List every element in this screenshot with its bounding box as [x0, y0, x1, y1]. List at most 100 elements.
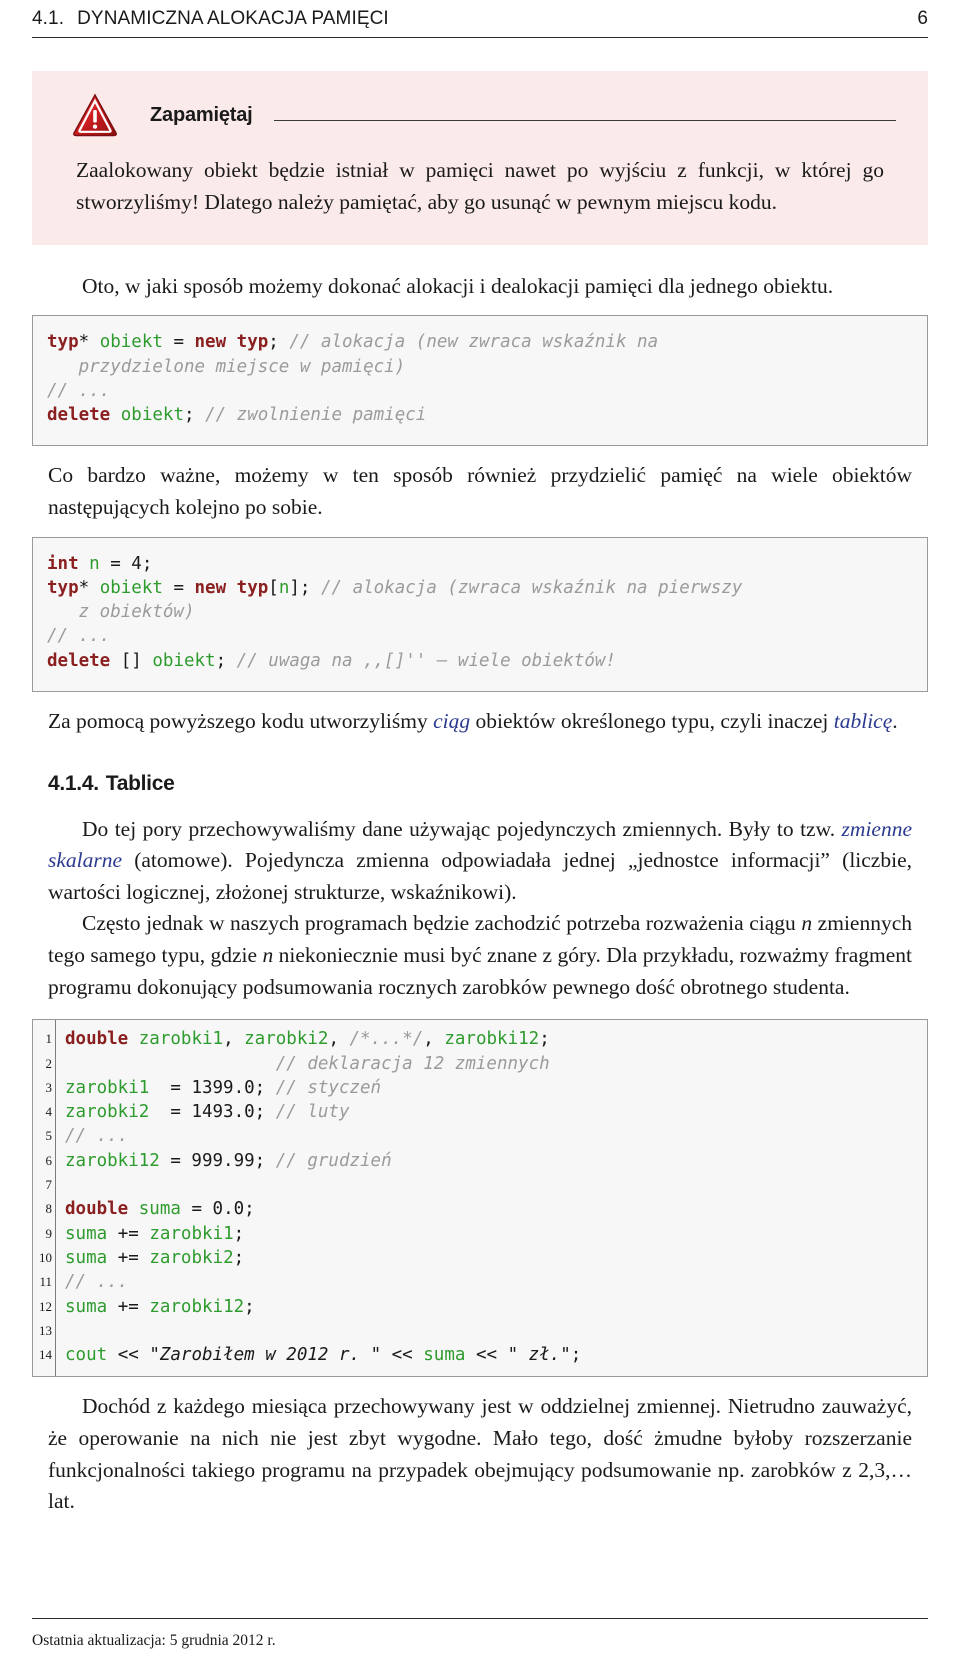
- code-line: // ...: [47, 624, 917, 648]
- code-line-number: 10: [39, 1249, 52, 1265]
- code-line-number: 8: [45, 1201, 53, 1217]
- code-token: +=: [107, 1247, 150, 1268]
- code-line: zarobki12 = 999.99; // grudzień: [65, 1149, 927, 1173]
- code-token: suma: [423, 1345, 466, 1366]
- remember-callout: Zapamiętaj Zaalokowany obiekt będzie ist…: [32, 71, 928, 245]
- code-line: // deklaracja 12 zmiennych: [65, 1052, 927, 1076]
- code-lines: typ* obiekt = new typ; // alokacja (new …: [47, 323, 917, 436]
- code-token: = 999.99;: [159, 1150, 276, 1171]
- code-line: double zarobki1, zarobki2, /*...*/, zaro…: [65, 1027, 927, 1051]
- code-token: ;: [233, 1223, 245, 1244]
- code-token: typ: [47, 577, 79, 598]
- code-token: // luty: [275, 1102, 350, 1123]
- callout-header: Zapamiętaj: [58, 93, 902, 137]
- array-lead-part1: Za pomocą powyższego kodu utworzyliśmy: [48, 709, 434, 734]
- code-block-single-object: typ* obiekt = new typ; // alokacja (new …: [32, 315, 928, 447]
- code-token: cout: [65, 1345, 108, 1366]
- code-token: new: [194, 332, 227, 353]
- scalars-part1: Do tej pory przechowywaliśmy dane używaj…: [82, 816, 842, 841]
- code-listing-zarobki: 1 2 3 4 5 6 7 8 9 10 11 12 13 14 double zarobki1, zar…: [32, 1019, 928, 1378]
- callout-body: Zaalokowany obiekt będzie istniał w pami…: [76, 158, 884, 214]
- code-line: delete [] obiekt; // uwaga na ,,[]'' – w…: [47, 649, 917, 673]
- paragraph-array-lead: Za pomocą powyższego kodu utworzyliśmy c…: [32, 706, 928, 738]
- code-line: double suma = 0.0;: [65, 1197, 927, 1221]
- running-head-section-title: DYNAMICZNA ALOKACJA PAMIĘCI: [77, 8, 389, 29]
- footer-text: Ostatnia aktualizacja: 5 grudnia 2012 r.: [32, 1632, 276, 1649]
- code-token: // zwolnienie pamięci: [205, 405, 427, 426]
- code-token: // ...: [47, 380, 111, 401]
- footer-rule: [32, 1618, 928, 1619]
- code-line-number: 14: [39, 1347, 52, 1363]
- code-token: typ: [236, 332, 269, 353]
- code-token: typ: [47, 332, 79, 353]
- sequence-part1: Często jednak w naszych programach będzi…: [82, 911, 802, 936]
- code-token: obiekt: [152, 650, 216, 671]
- code-token: = 1399.0;: [149, 1077, 276, 1098]
- code-line: cout << "Zarobiłem w 2012 r. " << suma <…: [65, 1343, 927, 1367]
- code-token: ;: [268, 332, 290, 353]
- code-token: ,: [223, 1029, 245, 1050]
- code-token: /*...*/: [349, 1029, 424, 1050]
- code-token: suma: [65, 1223, 108, 1244]
- running-head-rule: [32, 37, 928, 38]
- paragraph-scalars: Do tej pory przechowywaliśmy dane używaj…: [32, 814, 928, 909]
- code-block-array-alloc: int n = 4; typ* obiekt = new typ[n]; // a…: [32, 536, 928, 693]
- code-token: = 1493.0;: [149, 1102, 276, 1123]
- code-token: =: [162, 332, 195, 353]
- code-token: suma: [138, 1199, 181, 1220]
- code-token: // styczeń: [275, 1077, 382, 1098]
- code-line-number: 7: [45, 1177, 53, 1193]
- code-token: ;: [244, 1296, 255, 1317]
- code-token: n: [278, 577, 290, 598]
- code-token: zarobki12: [444, 1029, 540, 1050]
- code-token: // uwaga na ,,[]'' – wiele obiektów!: [236, 650, 616, 671]
- code-line-number: 11: [39, 1274, 52, 1290]
- code-token: // ...: [65, 1272, 129, 1293]
- code-token: *: [78, 332, 100, 353]
- code-line: z obiektów): [47, 600, 917, 624]
- code-token: zarobki1: [65, 1077, 150, 1098]
- section-heading: 4.1.4. Tablice: [32, 772, 928, 796]
- code-line-number: 9: [45, 1225, 53, 1241]
- code-token: new: [194, 577, 227, 598]
- callout-title: Zapamiętaj: [150, 103, 253, 126]
- code-token: " zł.": [507, 1345, 571, 1366]
- math-var-n-1: n: [801, 911, 813, 936]
- code-token: // ...: [47, 626, 111, 647]
- code-token: zarobki2: [149, 1247, 234, 1268]
- code-token: ,: [328, 1029, 350, 1050]
- code-line-number: 13: [39, 1322, 52, 1338]
- page-number: 6: [917, 8, 928, 29]
- array-lead-part2: obiektów określonego typu, czyli inaczej: [470, 709, 834, 734]
- code-line: zarobki2 = 1493.0; // luty: [65, 1100, 927, 1124]
- code-line: suma += zarobki1;: [65, 1222, 927, 1246]
- code-token: *: [78, 577, 100, 598]
- code-token: ;: [183, 405, 206, 426]
- paragraph-closing: Dochód z każdego miesiąca przechowywany …: [48, 1394, 912, 1514]
- code-token: // alokacja (zwraca wskaźnik na pierwszy: [320, 577, 743, 598]
- paragraph-sequence: Często jednak w naszych programach będzi…: [32, 908, 928, 1003]
- code-lines: double zarobki1, zarobki2, /*...*/, zaro…: [56, 1020, 927, 1376]
- code-token: ;: [539, 1029, 550, 1050]
- code-line: suma += zarobki2;: [65, 1246, 927, 1270]
- code-token: <<: [107, 1345, 150, 1366]
- code-token: ,: [423, 1029, 445, 1050]
- code-line: typ* obiekt = new typ[n]; // alokacja (z…: [47, 576, 917, 600]
- code-token: ;: [215, 650, 237, 671]
- code-token: z obiektów): [47, 602, 195, 623]
- paragraph-intro-alloc: Oto, w jaki sposób możemy dokonać alokac…: [82, 273, 834, 298]
- code-token: []: [110, 650, 153, 671]
- code-line: delete obiekt; // zwolnienie pamięci: [47, 403, 917, 427]
- code-token: zarobki12: [65, 1150, 160, 1171]
- code-line: int n = 4;: [47, 552, 917, 576]
- code-line-numbers: 1 2 3 4 5 6 7 8 9 10 11 12 13 14: [33, 1020, 56, 1377]
- code-line: // ...: [65, 1124, 927, 1148]
- code-token: +=: [107, 1223, 150, 1244]
- warning-triangle-icon: [73, 93, 117, 137]
